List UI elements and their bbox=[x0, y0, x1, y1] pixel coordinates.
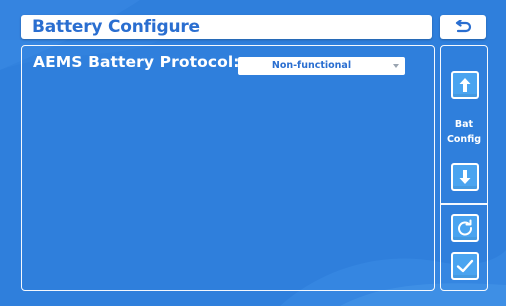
main-panel: AEMS Battery Protocol: Non-functional bbox=[21, 45, 435, 291]
side-label-line2: Config bbox=[446, 134, 482, 145]
check-icon bbox=[456, 259, 474, 273]
side-label-line1: Bat bbox=[454, 119, 474, 130]
return-arrow-icon bbox=[455, 20, 472, 33]
page-title: Battery Configure bbox=[32, 17, 200, 37]
title-bar: Battery Configure bbox=[21, 15, 432, 39]
protocol-dropdown-value: Non-functional bbox=[271, 60, 352, 71]
refresh-button[interactable] bbox=[451, 214, 479, 242]
refresh-icon bbox=[458, 219, 472, 236]
confirm-button[interactable] bbox=[451, 252, 479, 280]
chevron-down-icon bbox=[393, 64, 399, 68]
protocol-label: AEMS Battery Protocol: bbox=[33, 53, 240, 71]
scroll-up-button[interactable] bbox=[451, 71, 479, 99]
side-divider bbox=[441, 203, 487, 205]
protocol-dropdown[interactable]: Non-functional bbox=[238, 57, 405, 75]
back-button[interactable] bbox=[440, 15, 486, 39]
arrow-up-icon bbox=[459, 78, 471, 92]
scroll-down-button[interactable] bbox=[451, 163, 479, 191]
side-panel: Bat Config bbox=[440, 45, 488, 291]
arrow-down-icon bbox=[459, 170, 471, 184]
